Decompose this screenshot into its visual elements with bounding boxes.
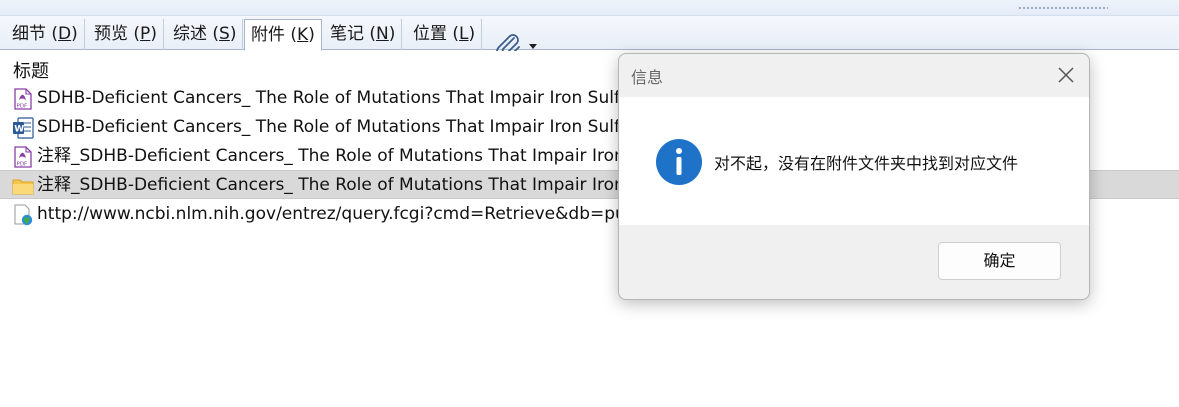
tab-notes[interactable]: 笔记 (N) <box>324 19 403 50</box>
tab-accesskey: P <box>140 24 151 44</box>
list-item-url: http://www.ncbi.nlm.nih.gov/entrez/query… <box>37 204 675 224</box>
tab-accesskey: D <box>58 24 72 44</box>
tab-label-end: ) <box>308 25 315 45</box>
folder-icon <box>12 179 34 195</box>
tab-accesskey: L <box>459 24 469 44</box>
info-dialog: 信息 对不起，没有在附件文件夹中找到对应文件 确定 <box>618 53 1090 300</box>
top-toolbar-strip <box>0 0 1179 16</box>
tab-label: 预览 ( <box>94 24 141 44</box>
tab-label-end: ) <box>388 24 396 44</box>
word-doc-icon: W <box>13 117 34 139</box>
pdf-icon: PDF <box>14 146 32 168</box>
tab-details[interactable]: 细节 (D) <box>6 19 85 50</box>
ok-button[interactable]: 确定 <box>938 242 1061 280</box>
tab-label: 位置 ( <box>413 24 460 44</box>
tab-preview[interactable]: 预览 (P) <box>88 19 164 50</box>
close-icon[interactable] <box>1055 64 1077 86</box>
svg-text:W: W <box>14 125 24 135</box>
tab-bar: 细节 (D) 预览 (P) 综述 (S) 附件 (K) 笔记 (N) 位置 (L… <box>0 16 1179 58</box>
tab-attachments[interactable]: 附件 (K) <box>244 19 322 51</box>
tab-label: 附件 ( <box>251 25 298 45</box>
svg-text:PDF: PDF <box>17 104 28 110</box>
tab-summary[interactable]: 综述 (S) <box>167 19 244 50</box>
tab-label: 综述 ( <box>173 24 220 44</box>
column-header-title[interactable]: 标题 <box>13 57 49 83</box>
tab-accesskey: N <box>376 24 389 44</box>
tab-label-end: ) <box>229 24 237 44</box>
tab-label-end: ) <box>71 24 78 44</box>
tab-location[interactable]: 位置 (L) <box>407 19 483 50</box>
toolbar-grip[interactable] <box>1018 6 1108 10</box>
dialog-message: 对不起，没有在附件文件夹中找到对应文件 <box>714 154 1019 173</box>
svg-text:PDF: PDF <box>17 162 28 168</box>
dialog-title: 信息 <box>631 68 664 87</box>
info-icon <box>656 139 702 185</box>
tab-accesskey: S <box>219 24 230 44</box>
tab-accesskey: K <box>297 25 309 45</box>
tab-label: 细节 ( <box>12 24 59 44</box>
dialog-body: 对不起，没有在附件文件夹中找到对应文件 <box>619 97 1089 225</box>
pdf-icon: PDF <box>14 88 32 110</box>
tab-label: 笔记 ( <box>330 24 377 44</box>
chevron-down-icon[interactable] <box>529 44 537 49</box>
web-link-icon <box>14 204 33 226</box>
tab-label-end: ) <box>150 24 157 44</box>
tab-label-end: ) <box>468 24 476 44</box>
